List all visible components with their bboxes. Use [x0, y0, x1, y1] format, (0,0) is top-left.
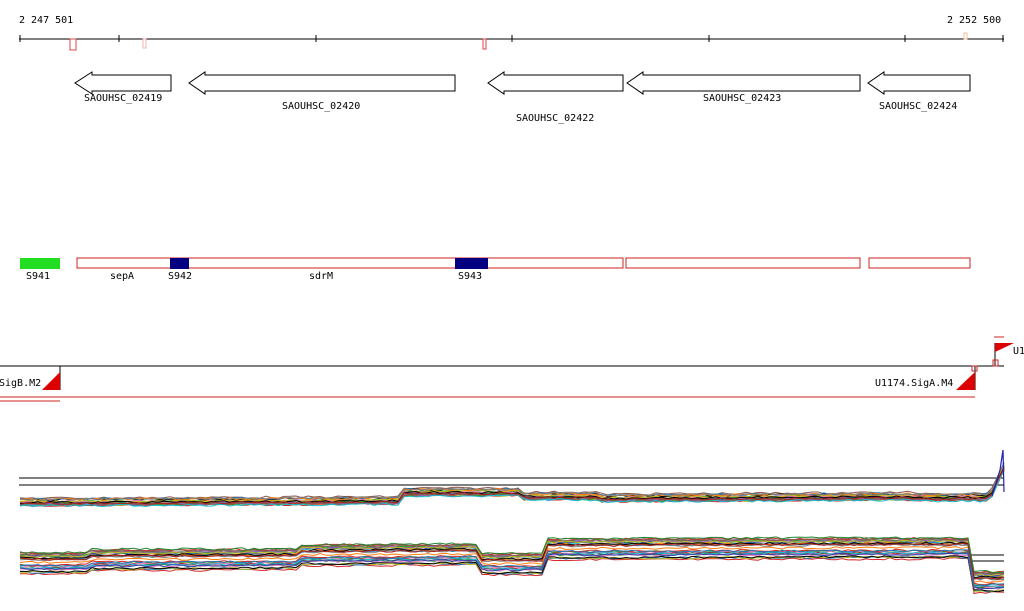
- gene-track: SAOUHSC_02419 SAOUHSC_02420 SAOUHSC_0242…: [74, 71, 971, 124]
- segment-s943[interactable]: [455, 258, 488, 269]
- gene-arrow[interactable]: [487, 71, 624, 95]
- ruler-marker: [482, 38, 487, 50]
- annotation-box[interactable]: [76, 257, 624, 269]
- promoter-label: U1: [1013, 346, 1024, 357]
- segment-s941[interactable]: [20, 258, 60, 269]
- segment-label: S941: [26, 271, 50, 282]
- promoter-label: SigB.M2: [0, 378, 41, 389]
- coordinate-ruler: 2 247 501 2 252 500: [19, 15, 1004, 51]
- promoter-flag[interactable]: [42, 372, 60, 390]
- annotation-label: sepA: [110, 271, 134, 282]
- promoter-flag[interactable]: [956, 372, 975, 390]
- feature-track: S941 sepA S942 sdrM S943: [20, 257, 971, 282]
- ruler-marker: [963, 32, 968, 40]
- ruler-start-label: 2 247 501: [19, 15, 73, 26]
- ruler-marker: [69, 38, 77, 51]
- gene-label: SAOUHSC_02423: [703, 93, 781, 104]
- segment-label: S943: [458, 271, 482, 282]
- annotation-label: sdrM: [309, 271, 333, 282]
- promoter-flag[interactable]: [995, 343, 1014, 352]
- expression-profiles-lower: [19, 536, 1005, 595]
- ruler-end-label: 2 252 500: [947, 15, 1001, 26]
- gene-arrow[interactable]: [188, 71, 456, 95]
- gene-arrow[interactable]: [74, 71, 172, 95]
- expression-track-upper: [19, 449, 1005, 508]
- expression-track-lower: [19, 536, 1005, 595]
- gene-label: SAOUHSC_02424: [879, 101, 957, 112]
- annotation-box[interactable]: [625, 257, 861, 269]
- promoter-label: U1174.SigA.M4: [875, 378, 953, 389]
- annotation-box[interactable]: [868, 257, 971, 269]
- expression-profile-line: [19, 469, 1005, 508]
- genome-browser-canvas: 2 247 501 2 252 500 SAOUHSC_02419 SAOUHS…: [0, 15, 1024, 595]
- gene-label: SAOUHSC_02420: [282, 101, 360, 112]
- gene-label: SAOUHSC_02422: [516, 113, 594, 124]
- gene-label: SAOUHSC_02419: [84, 93, 162, 104]
- segment-s942[interactable]: [170, 258, 189, 269]
- ruler-marker: [142, 38, 147, 49]
- gene-arrow[interactable]: [867, 71, 971, 95]
- gene-arrow[interactable]: [626, 71, 861, 95]
- promoter-track: SigB.M2 U1174.SigA.M4 U1: [0, 336, 1024, 402]
- segment-label: S942: [168, 271, 192, 282]
